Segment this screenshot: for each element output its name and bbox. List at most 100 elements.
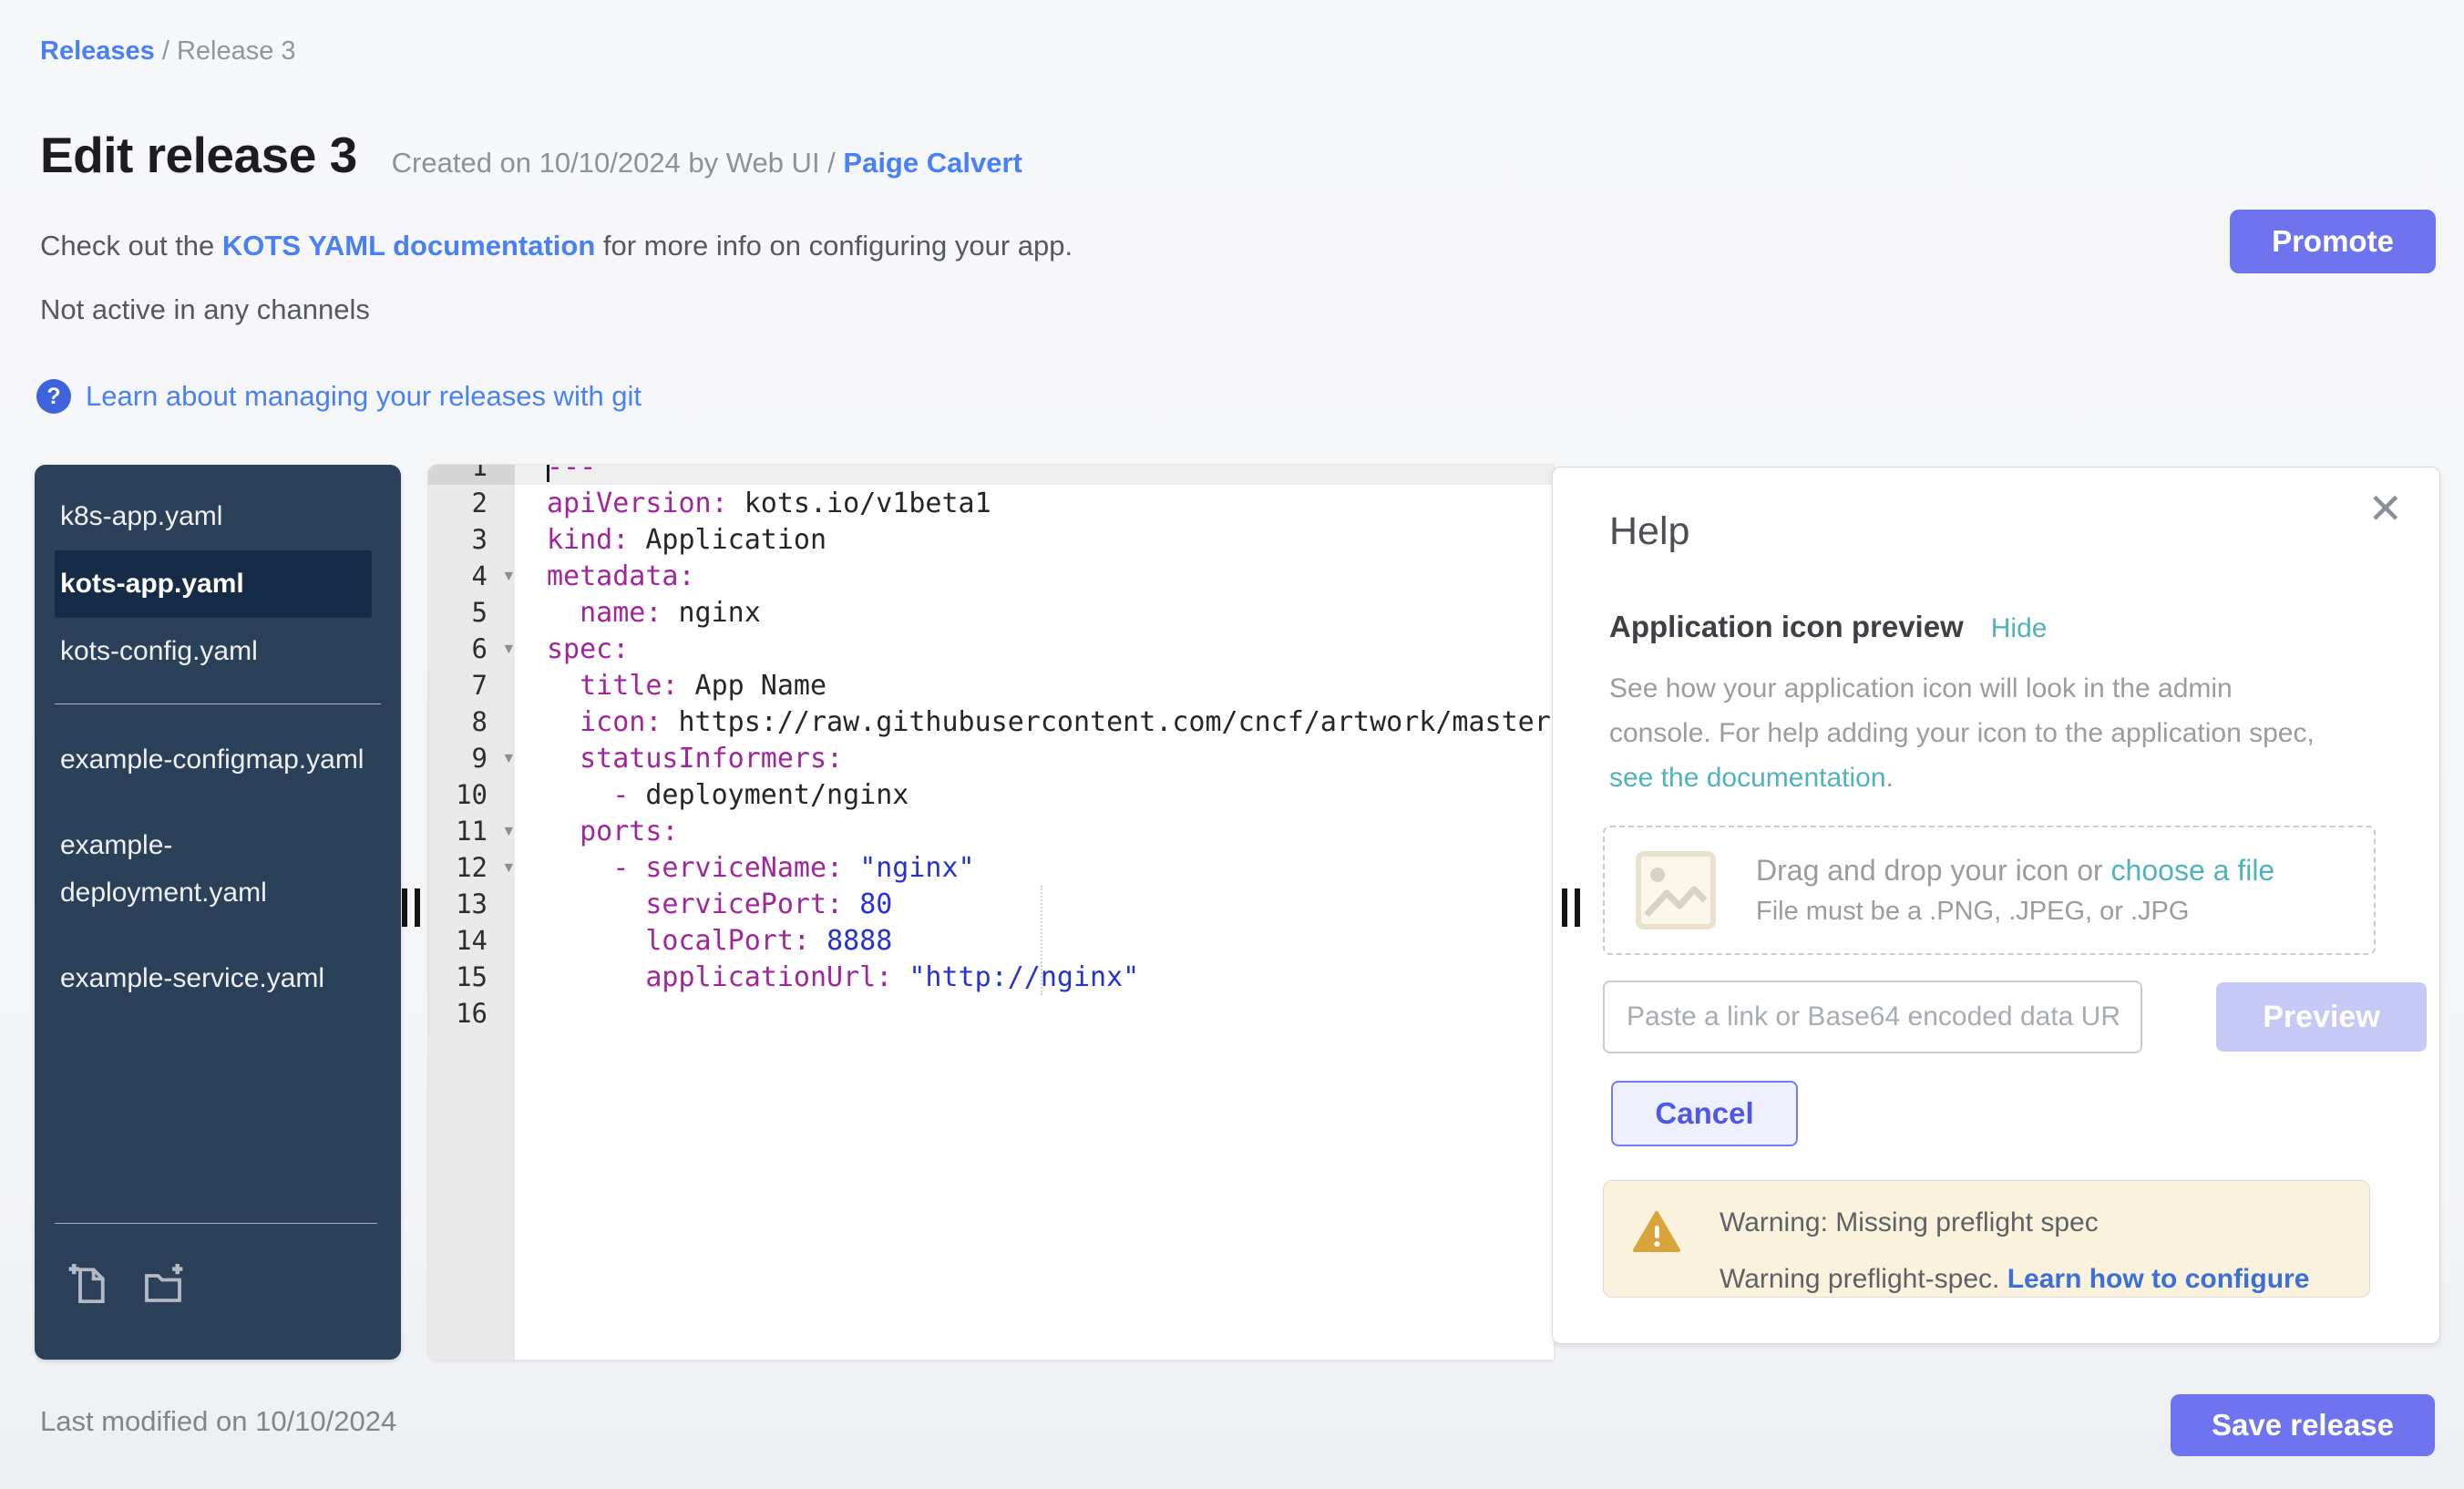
code-line[interactable]: 7 title: App Name (428, 667, 1554, 703)
line-number: 13 (428, 886, 515, 922)
file-sidebar: k8s-app.yamlkots-app.yamlkots-config.yam… (35, 465, 401, 1360)
icon-preview-description: See how your application icon will look … (1609, 666, 2315, 800)
help-panel: ✕ Help Application icon preview Hide See… (1552, 467, 2440, 1344)
sidebar-file-item[interactable]: example-deployment.yaml (55, 812, 372, 927)
breadcrumb-current: Release 3 (177, 36, 296, 66)
warning-body: Warning preflight-spec. Learn how to con… (1720, 1259, 2369, 1298)
line-number: 5 (428, 594, 515, 631)
line-number: 10 (428, 776, 515, 813)
breadcrumb-separator: / (155, 36, 177, 66)
line-number: 2 (428, 485, 515, 521)
code-line[interactable]: 2apiVersion: kots.io/v1beta1 (428, 485, 1554, 521)
code-line-content[interactable]: - serviceName: "nginx" (515, 849, 1554, 886)
git-link-label: Learn about managing your releases with … (86, 380, 642, 413)
question-icon: ? (36, 379, 71, 414)
line-number: 6▾ (428, 631, 515, 667)
code-line-content[interactable] (515, 995, 1554, 1032)
code-line[interactable]: 3kind: Application (428, 521, 1554, 558)
code-line-content[interactable]: kind: Application (515, 521, 1554, 558)
editor-help-resize-handle[interactable] (1560, 888, 1582, 927)
code-line[interactable]: 11▾ ports: (428, 813, 1554, 849)
code-line-content[interactable]: metadata: (515, 558, 1554, 594)
fold-arrow-icon[interactable]: ▾ (504, 821, 513, 841)
add-file-icon[interactable] (64, 1259, 113, 1309)
image-placeholder-icon (1634, 849, 1718, 931)
git-releases-link[interactable]: ? Learn about managing your releases wit… (36, 379, 642, 414)
code-line[interactable]: 10 - deployment/nginx (428, 776, 1554, 813)
fold-arrow-icon[interactable]: ▾ (504, 857, 513, 878)
hide-link[interactable]: Hide (1991, 613, 2048, 644)
line-number: 11▾ (428, 813, 515, 849)
save-release-button[interactable]: Save release (2171, 1394, 2435, 1456)
icon-url-input[interactable] (1603, 981, 2142, 1053)
sidebar-file-item[interactable]: k8s-app.yaml (55, 483, 372, 550)
channel-status: Not active in any channels (40, 293, 370, 326)
code-line[interactable]: 9▾ statusInformers: (428, 740, 1554, 776)
help-title: Help (1609, 509, 1689, 554)
breadcrumb-releases-link[interactable]: Releases (40, 36, 155, 66)
learn-how-to-configure-link[interactable]: Learn how to configure (2007, 1264, 2310, 1294)
cancel-button[interactable]: Cancel (1611, 1081, 1798, 1146)
sidebar-divider (55, 703, 381, 704)
warning-title: Warning: Missing preflight spec (1720, 1203, 2369, 1243)
code-line-content[interactable]: name: nginx (515, 594, 1554, 631)
code-line[interactable]: 12▾ - serviceName: "nginx" (428, 849, 1554, 886)
code-line-content[interactable]: apiVersion: kots.io/v1beta1 (515, 485, 1554, 521)
add-folder-icon[interactable] (139, 1259, 188, 1309)
sidebar-file-item[interactable]: example-configmap.yaml (55, 726, 372, 794)
code-line-content[interactable]: title: App Name (515, 667, 1554, 703)
code-line[interactable]: 14 localPort: 8888 (428, 922, 1554, 959)
code-line-content[interactable]: icon: https://raw.githubusercontent.com/… (515, 703, 1554, 740)
breadcrumb: Releases / Release 3 (40, 36, 296, 67)
sidebar-main-files: k8s-app.yamlkots-app.yamlkots-config.yam… (35, 465, 401, 685)
icon-dropzone[interactable]: Drag and drop your icon or choose a file… (1603, 826, 2376, 955)
sidebar-file-item[interactable]: kots-app.yaml (55, 550, 372, 618)
warning-icon (1633, 1210, 1680, 1254)
code-line-content[interactable]: --- (515, 465, 1554, 485)
line-number: 12▾ (428, 849, 515, 886)
code-line[interactable]: 1--- (428, 465, 1554, 485)
close-icon[interactable]: ✕ (2367, 488, 2403, 529)
line-number: 1 (428, 465, 515, 485)
line-number: 16 (428, 995, 515, 1032)
yaml-code-editor[interactable]: 1---2apiVersion: kots.io/v1beta13kind: A… (428, 465, 1554, 1360)
dropzone-text: Drag and drop your icon or choose a file… (1756, 854, 2274, 927)
code-line[interactable]: 4▾metadata: (428, 558, 1554, 594)
code-line[interactable]: 6▾spec: (428, 631, 1554, 667)
code-line-content[interactable]: applicationUrl: "http://nginx" (515, 959, 1554, 995)
fold-arrow-icon[interactable]: ▾ (504, 566, 513, 586)
code-line[interactable]: 15 applicationUrl: "http://nginx" (428, 959, 1554, 995)
line-number: 7 (428, 667, 515, 703)
code-line[interactable]: 13 servicePort: 80 (428, 886, 1554, 922)
code-line[interactable]: 16 (428, 995, 1554, 1032)
code-line[interactable]: 8 icon: https://raw.githubusercontent.co… (428, 703, 1554, 740)
created-text: Created on 10/10/2024 by Web UI / Paige … (392, 147, 1022, 180)
see-documentation-link[interactable]: see the documentation (1609, 763, 1886, 793)
edit-release-page: Releases / Release 3 Edit release 3 Crea… (0, 0, 2464, 1489)
kots-yaml-doc-link[interactable]: KOTS YAML documentation (222, 230, 595, 262)
code-line-content[interactable]: servicePort: 80 (515, 886, 1554, 922)
sidebar-footer (55, 1223, 377, 1360)
fold-arrow-icon[interactable]: ▾ (504, 748, 513, 768)
fold-arrow-icon[interactable]: ▾ (504, 639, 513, 659)
preview-button[interactable]: Preview (2216, 982, 2427, 1052)
code-line-content[interactable]: - deployment/nginx (515, 776, 1554, 813)
indent-guide (1041, 886, 1042, 995)
code-line-content[interactable]: ports: (515, 813, 1554, 849)
promote-button[interactable]: Promote (2230, 210, 2436, 273)
choose-file-link[interactable]: choose a file (2111, 854, 2275, 887)
title-row: Edit release 3 Created on 10/10/2024 by … (40, 126, 1022, 184)
code-line-content[interactable]: statusInformers: (515, 740, 1554, 776)
last-modified-text: Last modified on 10/10/2024 (40, 1405, 396, 1438)
sidebar-example-files: example-configmap.yaml example-deployment… (35, 726, 401, 1012)
code-line-content[interactable]: spec: (515, 631, 1554, 667)
sidebar-file-item[interactable]: kots-config.yaml (55, 618, 372, 685)
sidebar-file-item[interactable]: example-service.yaml (55, 945, 372, 1012)
code-line-content[interactable]: localPort: 8888 (515, 922, 1554, 959)
page-title: Edit release 3 (40, 126, 357, 184)
doc-hint-line: Check out the KOTS YAML documentation fo… (40, 230, 1073, 262)
sidebar-editor-resize-handle[interactable] (400, 888, 422, 927)
code-line[interactable]: 5 name: nginx (428, 594, 1554, 631)
line-number: 9▾ (428, 740, 515, 776)
created-by-link[interactable]: Paige Calvert (843, 147, 1022, 179)
